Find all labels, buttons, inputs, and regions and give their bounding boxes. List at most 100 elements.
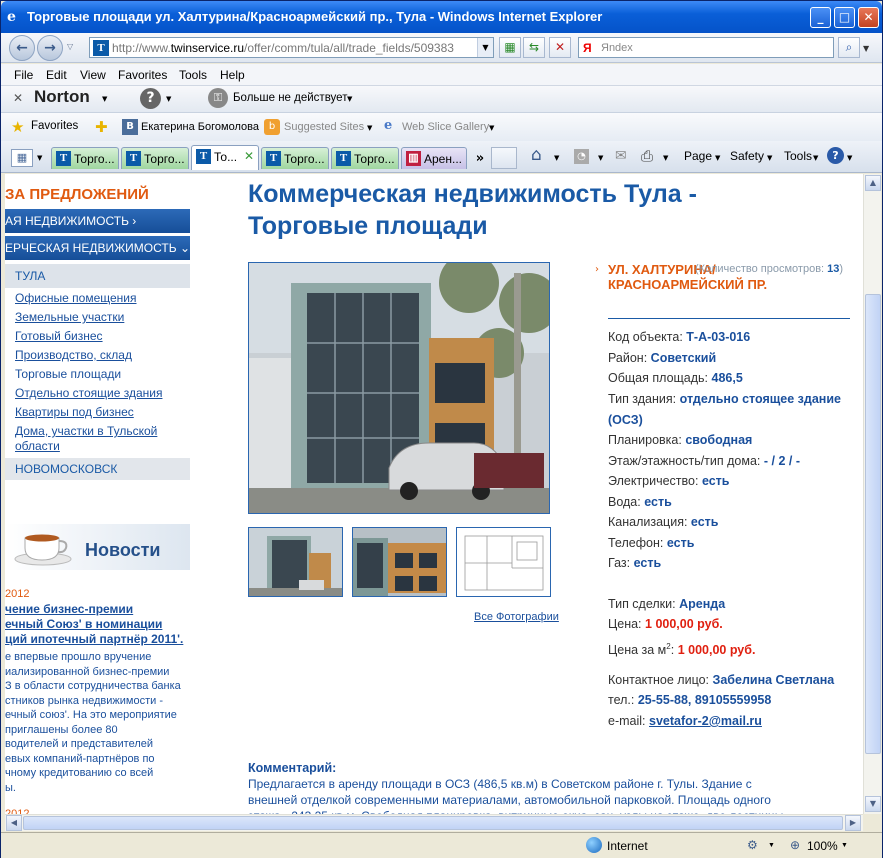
scroll-down-icon[interactable]: ▼	[865, 796, 881, 812]
read-mail-icon[interactable]: ✉	[615, 148, 627, 164]
print-icon[interactable]: ⎙	[641, 147, 653, 165]
feeds-icon[interactable]: ◔	[574, 149, 589, 164]
sidebar-link-warehouse[interactable]: Производство, склад	[15, 348, 132, 362]
sidebar-link-buildings[interactable]: Отдельно стоящие здания	[15, 386, 162, 400]
tab-6[interactable]: ▥ Арен...	[401, 147, 467, 169]
zoom-level[interactable]: 100%	[807, 839, 838, 853]
webslice-dropdown-icon[interactable]: ▼	[489, 124, 494, 132]
nav-residential[interactable]: АЯ НЕДВИЖИМОСТЬ ›	[5, 209, 190, 233]
norton-status-text[interactable]: Больше не действует	[233, 92, 347, 104]
minimize-button[interactable]: _	[810, 7, 831, 28]
help-icon[interactable]: ?	[140, 88, 161, 109]
norton-menu-icon[interactable]: ▼	[102, 95, 107, 103]
fav-link-suggested[interactable]: Suggested Sites	[284, 121, 364, 133]
email-link[interactable]: svetafor-2@mail.ru	[649, 714, 762, 728]
search-input[interactable]: Яndex	[601, 42, 633, 54]
page-dropdown-icon[interactable]: ▼	[715, 154, 720, 162]
zoom-icon[interactable]: ⊕	[790, 838, 800, 852]
menu-help[interactable]: Help	[220, 68, 245, 82]
add-favorite-icon[interactable]: ✚	[95, 118, 108, 136]
main-photo[interactable]	[248, 262, 550, 514]
protected-mode-dropdown-icon[interactable]: ▼	[768, 842, 775, 849]
fav-link-webslice[interactable]: Web Slice Gallery	[402, 121, 489, 133]
close-button[interactable]: ✕	[858, 7, 879, 28]
photo-thumbnail-2[interactable]	[352, 527, 447, 597]
news-title-link[interactable]: чение бизнес-премии ечный Союз' в номина…	[5, 602, 190, 647]
help-dropdown-icon[interactable]: ▼	[166, 95, 171, 103]
menu-tools[interactable]: Tools	[179, 68, 207, 82]
photo-thumbnail-1[interactable]	[248, 527, 343, 597]
horizontal-scrollbar[interactable]: ◀ ▶	[5, 814, 863, 831]
tab-close-icon[interactable]: ✕	[244, 149, 254, 163]
maximize-button[interactable]: □	[834, 7, 855, 28]
home-icon[interactable]: ⌂	[531, 145, 542, 165]
scroll-left-icon[interactable]: ◀	[6, 815, 22, 831]
menu-favorites[interactable]: Favorites	[118, 68, 167, 82]
address-bar[interactable]: T http://www.twinservice.ru/offer/comm/t…	[89, 37, 494, 58]
vertical-scrollbar[interactable]: ▲ ▼	[863, 174, 881, 814]
nav-city-tula[interactable]: ТУЛА	[5, 264, 190, 288]
menu-bar: File Edit View Favorites Tools Help	[1, 64, 882, 86]
tab-favicon-icon: T	[126, 151, 141, 166]
home-dropdown-icon[interactable]: ▼	[554, 154, 559, 162]
norton-close-icon[interactable]: ✕	[13, 91, 23, 105]
zoom-dropdown-icon[interactable]: ▼	[841, 842, 848, 849]
quick-tabs-icon[interactable]: ▦	[11, 149, 33, 167]
menu-view[interactable]: View	[80, 68, 106, 82]
print-dropdown-icon[interactable]: ▼	[663, 154, 668, 162]
norton-logo[interactable]: Norton	[34, 87, 90, 107]
history-dropdown-icon[interactable]: ▽	[67, 42, 73, 51]
help-menu-dropdown-icon[interactable]: ▼	[847, 154, 852, 162]
tab-2[interactable]: T Торго...	[121, 147, 189, 169]
sidebar-link-land[interactable]: Земельные участки	[15, 310, 124, 324]
sidebar-link-business[interactable]: Готовый бизнес	[15, 329, 103, 343]
tab-5[interactable]: T Торго...	[331, 147, 399, 169]
sidebar-link-offices[interactable]: Офисные помещения	[15, 291, 137, 305]
fav-link-vk[interactable]: Екатерина Богомолова	[141, 121, 259, 133]
vertical-scroll-thumb[interactable]	[865, 294, 881, 754]
sidebar-link-houses[interactable]: Дома, участки в Тульской	[15, 424, 157, 438]
scroll-right-icon[interactable]: ▶	[845, 815, 861, 831]
forward-button[interactable]: →	[37, 35, 63, 61]
address-url[interactable]: http://www.twinservice.ru/offer/comm/tul…	[112, 41, 454, 55]
favorites-button[interactable]: Favorites	[31, 120, 78, 132]
norton-status-dropdown-icon[interactable]: ▼	[347, 95, 352, 103]
suggested-dropdown-icon[interactable]: ▼	[367, 124, 372, 132]
sidebar-link-houses-cont[interactable]: области	[15, 439, 60, 453]
feeds-dropdown-icon[interactable]: ▼	[598, 154, 603, 162]
safety-dropdown-icon[interactable]: ▼	[767, 154, 772, 162]
sidebar-link-apartments[interactable]: Квартиры под бизнес	[15, 405, 134, 419]
prop-object-code: Код объекта: Т-А-03-016	[608, 330, 751, 344]
menu-file[interactable]: File	[14, 68, 33, 82]
scroll-up-icon[interactable]: ▲	[865, 175, 881, 191]
tools-menu[interactable]: Tools	[784, 149, 812, 163]
safety-menu[interactable]: Safety	[730, 149, 764, 163]
prop-contact: Контактное лицо: Забелина Светлана	[608, 673, 835, 687]
tab-label: Торго...	[74, 152, 115, 166]
tab-3-active[interactable]: T То... ✕	[191, 145, 259, 170]
horizontal-scroll-thumb[interactable]	[23, 816, 843, 830]
search-box[interactable]: Я Яndex	[578, 37, 834, 58]
tab-1[interactable]: T Торго...	[51, 147, 119, 169]
sidebar-link-retail[interactable]: Торговые площади	[15, 367, 121, 381]
all-photos-link[interactable]: Все Фотографии	[474, 611, 559, 623]
new-tab-button[interactable]	[491, 147, 517, 169]
compatibility-view-icon[interactable]: ▦	[499, 37, 521, 58]
page-menu[interactable]: Page	[684, 149, 712, 163]
tab-list-dropdown-icon[interactable]: ▼	[37, 154, 42, 162]
address-dropdown-icon[interactable]: ▼	[477, 38, 493, 57]
tab-4[interactable]: T Торго...	[261, 147, 329, 169]
photo-thumbnail-floorplan[interactable]	[456, 527, 551, 597]
more-tabs-button[interactable]: »	[471, 149, 489, 169]
search-icon[interactable]: ⌕	[838, 37, 860, 58]
menu-edit[interactable]: Edit	[46, 68, 67, 82]
back-button[interactable]: ←	[9, 35, 35, 61]
stop-icon[interactable]: ✕	[549, 37, 571, 58]
tools-dropdown-icon[interactable]: ▼	[813, 154, 818, 162]
nav-commercial[interactable]: ЕРЧЕСКАЯ НЕДВИЖИМОСТЬ ⌄	[5, 236, 190, 260]
nav-city-novomoskovsk[interactable]: НОВОМОСКОВСК	[5, 458, 190, 480]
refresh-icon[interactable]: ⇆	[523, 37, 545, 58]
protected-mode-icon[interactable]: ⚙	[747, 838, 758, 852]
help-icon[interactable]: ?	[827, 147, 844, 164]
search-options-icon[interactable]: ▼	[863, 44, 869, 53]
